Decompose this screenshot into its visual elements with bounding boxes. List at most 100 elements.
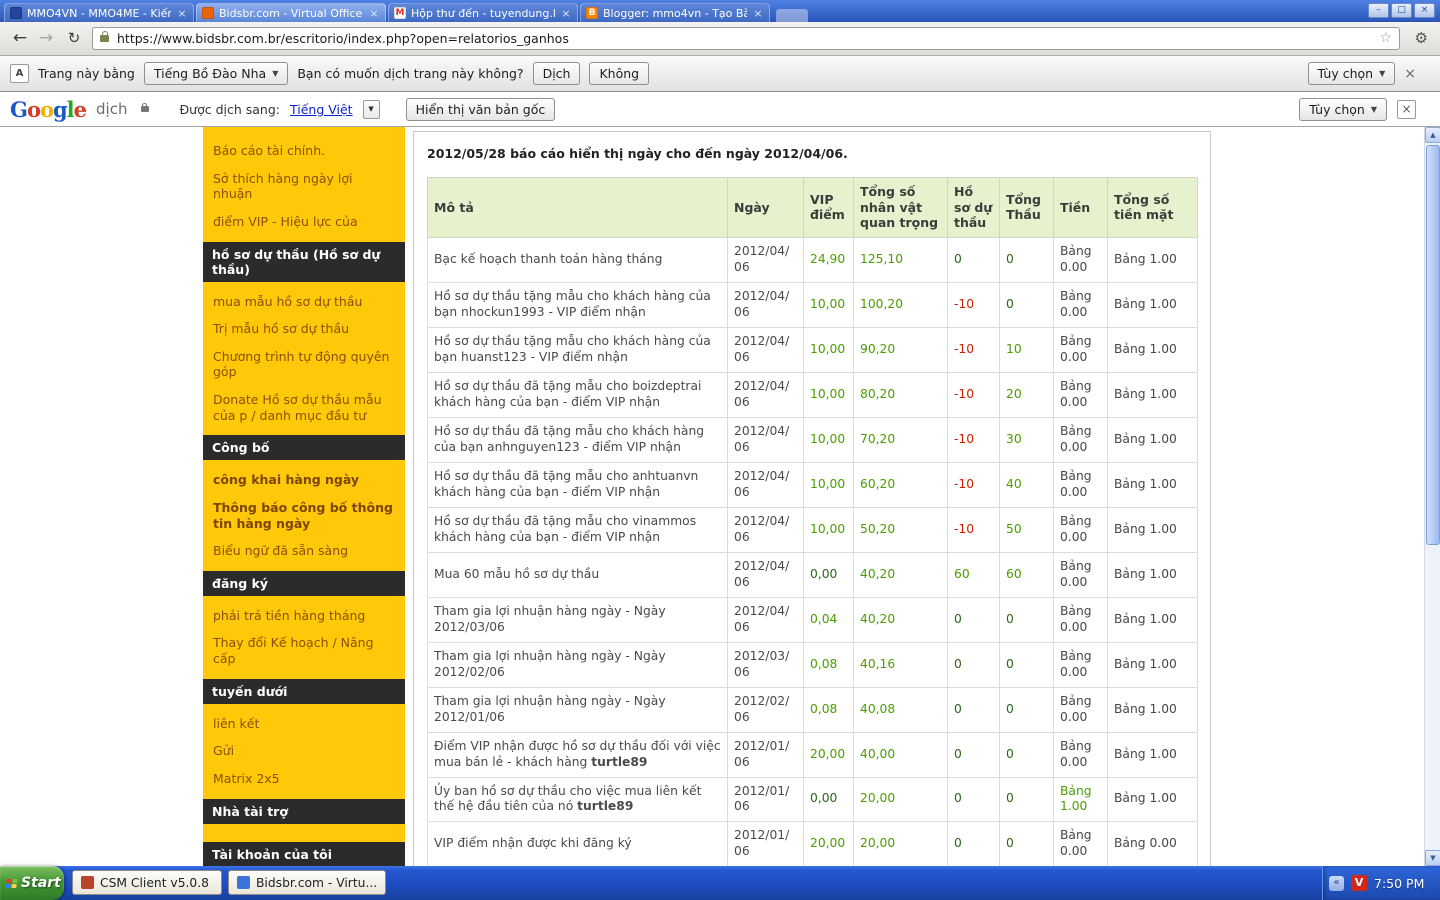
- infobar-close-icon[interactable]: ×: [1404, 67, 1416, 81]
- tab-close-icon[interactable]: ×: [176, 8, 188, 19]
- back-button[interactable]: ←: [8, 26, 32, 50]
- tab-close-icon[interactable]: ×: [368, 8, 380, 19]
- target-language-link[interactable]: Tiếng Việt: [290, 102, 353, 117]
- browser-tab[interactable]: B Blogger: mmo4vn - Tạo Bài đă ×: [580, 3, 770, 22]
- table-row: Hồ sơ dự thầu đã tặng mẫu cho vinammos k…: [427, 506, 1198, 553]
- cell-date: 2012/01/06: [727, 776, 804, 823]
- browser-tab[interactable]: Bidsbr.com - Virtual Office ×: [196, 3, 386, 22]
- sidebar-item[interactable]: Gửi: [203, 737, 405, 765]
- address-bar[interactable]: [92, 27, 1400, 50]
- sidebar-item[interactable]: liên kết: [203, 710, 405, 738]
- no-translate-button[interactable]: Không: [589, 62, 650, 85]
- column-header: Mô tả: [427, 177, 728, 238]
- gbar-options-label: Tùy chọn: [1309, 101, 1365, 117]
- gbar-close-icon[interactable]: ×: [1397, 99, 1416, 119]
- sidebar-section-header: Nhà tài trợ: [203, 798, 405, 824]
- cell-total-cash: Bảng 1.00: [1107, 506, 1198, 553]
- cell-vip-points: 20,00: [803, 731, 854, 778]
- table-header-row: Mô tả Ngày VIP điểm Tổng số nhân vật quan t…: [427, 177, 1198, 238]
- cell-date: 2012/01/06: [727, 821, 804, 866]
- show-original-button[interactable]: Hiển thị văn bản gốc: [405, 97, 556, 121]
- sidebar-item[interactable]: công khai hàng ngày: [203, 466, 405, 494]
- tab-close-icon[interactable]: ×: [752, 8, 764, 19]
- sidebar-item[interactable]: mua mẫu hồ sơ dự thầu: [203, 288, 405, 316]
- cell-vip-points: 0,00: [803, 551, 854, 598]
- chevron-down-icon: ▼: [1379, 69, 1386, 78]
- forward-button[interactable]: →: [34, 26, 58, 50]
- translate-button[interactable]: Dịch: [532, 62, 581, 85]
- cell-vip-points: 24,90: [803, 236, 854, 283]
- tab-title: Hộp thư đến - tuyendung.lam: [411, 6, 555, 20]
- cell-vip-points: 10,00: [803, 371, 854, 418]
- cell-bid-profiles: -10: [947, 416, 1000, 463]
- source-language-dropdown[interactable]: Tiếng Bồ Đào Nha ▼: [143, 62, 289, 85]
- cell-vip-points: 10,00: [803, 461, 854, 508]
- sidebar-item[interactable]: điểm VIP - Hiệu lực của: [203, 208, 405, 236]
- cell-bid-profiles: 0: [947, 821, 1000, 866]
- table-row: Điểm VIP nhận được hồ sơ dự thầu đối với…: [427, 731, 1198, 778]
- browser-tab[interactable]: M Hộp thư đến - tuyendung.lam ×: [388, 3, 578, 22]
- sidebar-item[interactable]: Sở thích hàng ngày lợi nhuận: [203, 165, 405, 208]
- cell-vip-points: 10,00: [803, 281, 854, 328]
- cell-description: VIP điểm nhận được khi đăng ký: [427, 821, 728, 866]
- sidebar-item[interactable]: Thông báo công bố thông tin hàng ngày: [203, 494, 405, 537]
- cell-money: Bảng 0.00: [1053, 731, 1108, 778]
- report-table: Mô tả Ngày VIP điểm Tổng số nhân vật quan t…: [427, 177, 1198, 866]
- cell-money: Bảng 0.00: [1053, 236, 1108, 283]
- sidebar-item[interactable]: Trị mẫu hồ sơ dự thầu: [203, 315, 405, 343]
- sidebar-item[interactable]: phải trả tiền hàng tháng: [203, 602, 405, 630]
- translated-to-label: Được dịch sang:: [179, 101, 280, 117]
- language-dropdown-icon[interactable]: ▼: [362, 99, 380, 119]
- browser-tab[interactable]: MMO4VN - MMO4ME - Kiếm Tiề ×: [4, 3, 194, 22]
- cell-date: 2012/03/06: [727, 641, 804, 688]
- cell-username: turtle89: [577, 799, 634, 814]
- cell-total-bids: 50: [999, 506, 1054, 553]
- sidebar-item[interactable]: Báo cáo tài chính.: [203, 137, 405, 165]
- cell-date: 2012/04/06: [727, 596, 804, 643]
- column-header: Tiền: [1053, 177, 1108, 238]
- maximize-button[interactable]: □: [1391, 3, 1412, 18]
- bookmark-star-icon[interactable]: ☆: [1379, 31, 1392, 45]
- tab-favicon: B: [586, 7, 598, 19]
- cell-total-characters: 20,00: [853, 821, 948, 866]
- sidebar-item[interactable]: Matrix 2x5: [203, 765, 405, 793]
- table-row: Tham gia lợi nhuận hàng ngày - Ngày 2012…: [427, 596, 1198, 643]
- main-area: 2012/05/28 báo cáo hiển thị ngày cho đến…: [405, 127, 1424, 866]
- vertical-scrollbar[interactable]: ▲ ▼: [1424, 127, 1440, 866]
- sidebar-item[interactable]: Chương trình tự động quyên góp: [203, 343, 405, 386]
- cell-total-cash: Bảng 0.00: [1107, 821, 1198, 866]
- cell-total-cash: Bảng 1.00: [1107, 461, 1198, 508]
- tray-collapse-icon[interactable]: «: [1329, 875, 1344, 891]
- cell-total-bids: 40: [999, 461, 1054, 508]
- start-button[interactable]: Start: [0, 866, 64, 900]
- infobar-options-button[interactable]: Tùy chọn ▼: [1307, 62, 1396, 85]
- minimize-button[interactable]: –: [1368, 3, 1389, 18]
- tab-close-icon[interactable]: ×: [560, 8, 572, 19]
- scrollbar-thumb[interactable]: [1426, 145, 1440, 545]
- taskbar-task[interactable]: Bidsbr.com - Virtu...: [228, 870, 387, 895]
- task-icon: [81, 876, 94, 889]
- google-translate-bar: Google dịch Được dịch sang: Tiếng Việt ▼…: [0, 92, 1440, 127]
- wrench-menu-icon[interactable]: ⚙: [1415, 29, 1428, 47]
- cell-description: Tham gia lợi nhuận hàng ngày - Ngày 2012…: [427, 596, 728, 643]
- tab-strip: MMO4VN - MMO4ME - Kiếm Tiề×Bidsbr.com - …: [0, 0, 1440, 22]
- cell-bid-profiles: 0: [947, 596, 1000, 643]
- taskbar-task[interactable]: CSM Client v5.0.8: [72, 870, 222, 895]
- chevron-down-icon: ▼: [272, 69, 279, 78]
- sidebar-item[interactable]: Donate Hồ sơ dự thầu mẫu của p / danh mụ…: [203, 386, 405, 429]
- cell-total-bids: 20: [999, 371, 1054, 418]
- table-row: Ủy ban hồ sơ dự thầu cho việc mua liên k…: [427, 776, 1198, 823]
- scroll-down-arrow[interactable]: ▼: [1425, 850, 1440, 866]
- close-window-button[interactable]: ×: [1414, 3, 1435, 18]
- translate-infobar: A Trang này bằng Tiếng Bồ Đào Nha ▼ Bạn …: [0, 56, 1440, 92]
- scroll-up-arrow[interactable]: ▲: [1425, 127, 1440, 143]
- new-tab-button[interactable]: [776, 9, 808, 22]
- tab-favicon: M: [394, 7, 406, 19]
- reload-button[interactable]: ↻: [62, 26, 86, 50]
- gbar-options-button[interactable]: Tùy chọn ▼: [1299, 97, 1387, 121]
- tab-favicon: [202, 7, 214, 19]
- sidebar-item[interactable]: Biểu ngữ đã sẵn sàng: [203, 537, 405, 565]
- sidebar-item[interactable]: Thay đổi Kế hoạch / Nâng cấp: [203, 629, 405, 672]
- https-lock-icon: [100, 31, 109, 42]
- antivirus-tray-icon[interactable]: V: [1351, 875, 1367, 891]
